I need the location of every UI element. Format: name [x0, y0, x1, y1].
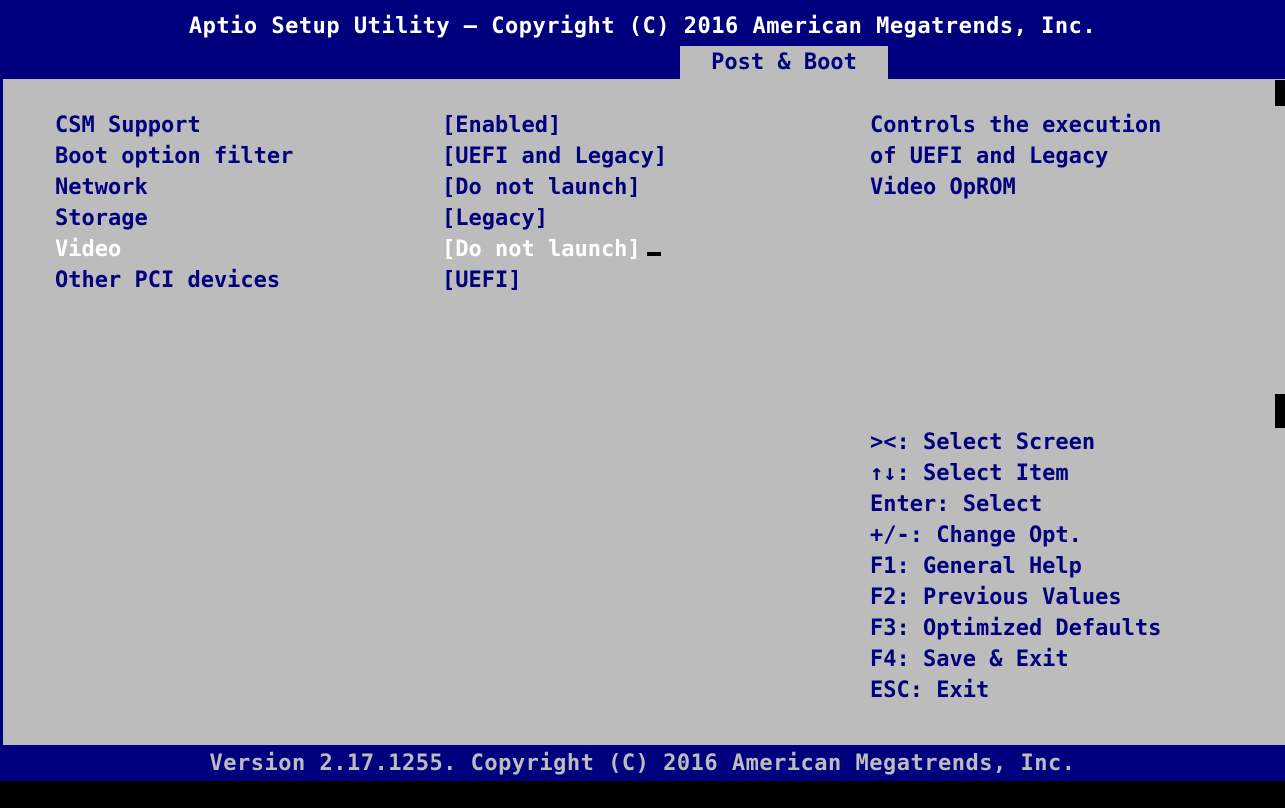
- setting-label: Other PCI devices: [55, 268, 281, 293]
- setting-value[interactable]: [UEFI and Legacy]: [442, 141, 667, 172]
- key-legend: ><: Select Screen ↑↓: Select Item Enter:…: [870, 427, 1270, 706]
- key-select-item: ↑↓: Select Item: [870, 461, 1069, 486]
- bios-screen: Aptio Setup Utility – Copyright (C) 2016…: [0, 0, 1285, 808]
- setting-value-text: [Do not launch]: [442, 237, 641, 262]
- text-cursor: [646, 252, 661, 256]
- help-line: of UEFI and Legacy: [870, 144, 1109, 169]
- help-panel: Controls the execution of UEFI and Legac…: [870, 110, 1270, 203]
- key-optimized-defaults: F3: Optimized Defaults: [870, 616, 1162, 641]
- setting-boot-option-filter[interactable]: Boot option filter [UEFI and Legacy]: [0, 141, 860, 172]
- footer-version-text: Version 2.17.1255. Copyright (C) 2016 Am…: [209, 751, 1076, 776]
- setting-label: Boot option filter: [55, 144, 294, 169]
- setting-label: Network: [55, 175, 148, 200]
- setting-value[interactable]: [Enabled]: [442, 110, 561, 141]
- scroll-marker-middle: [1275, 394, 1285, 428]
- setting-value[interactable]: [Legacy]: [442, 203, 548, 234]
- setting-csm-support[interactable]: CSM Support [Enabled]: [0, 110, 860, 141]
- setting-label: Video: [55, 237, 122, 262]
- tab-post-and-boot[interactable]: Post & Boot: [680, 46, 888, 79]
- key-esc-exit: ESC: Exit: [870, 678, 990, 703]
- key-enter-select: Enter: Select: [870, 492, 1043, 517]
- key-select-screen: ><: Select Screen: [870, 430, 1096, 455]
- setting-label: Storage: [55, 206, 148, 231]
- header-bar: Aptio Setup Utility – Copyright (C) 2016…: [0, 0, 1285, 79]
- setting-network[interactable]: Network [Do not launch]: [0, 172, 860, 203]
- setting-value[interactable]: [Do not launch]: [442, 172, 641, 203]
- setting-video[interactable]: Video [Do not launch]: [0, 234, 860, 265]
- header-title: Aptio Setup Utility – Copyright (C) 2016…: [188, 14, 1097, 39]
- key-change-opt: +/-: Change Opt.: [870, 523, 1082, 548]
- setting-value[interactable]: [UEFI]: [442, 265, 521, 296]
- left-border: [0, 79, 3, 745]
- setting-label: CSM Support: [55, 113, 201, 138]
- key-general-help: F1: General Help: [870, 554, 1082, 579]
- setting-other-pci-devices[interactable]: Other PCI devices [UEFI]: [0, 265, 860, 296]
- setting-storage[interactable]: Storage [Legacy]: [0, 203, 860, 234]
- key-previous-values: F2: Previous Values: [870, 585, 1122, 610]
- key-save-exit: F4: Save & Exit: [870, 647, 1069, 672]
- help-line: Video OpROM: [870, 175, 1016, 200]
- help-line: Controls the execution: [870, 113, 1162, 138]
- scroll-marker-top: [1275, 80, 1285, 106]
- setting-value-selected[interactable]: [Do not launch]: [442, 234, 661, 265]
- footer-bar: Version 2.17.1255. Copyright (C) 2016 Am…: [0, 745, 1285, 781]
